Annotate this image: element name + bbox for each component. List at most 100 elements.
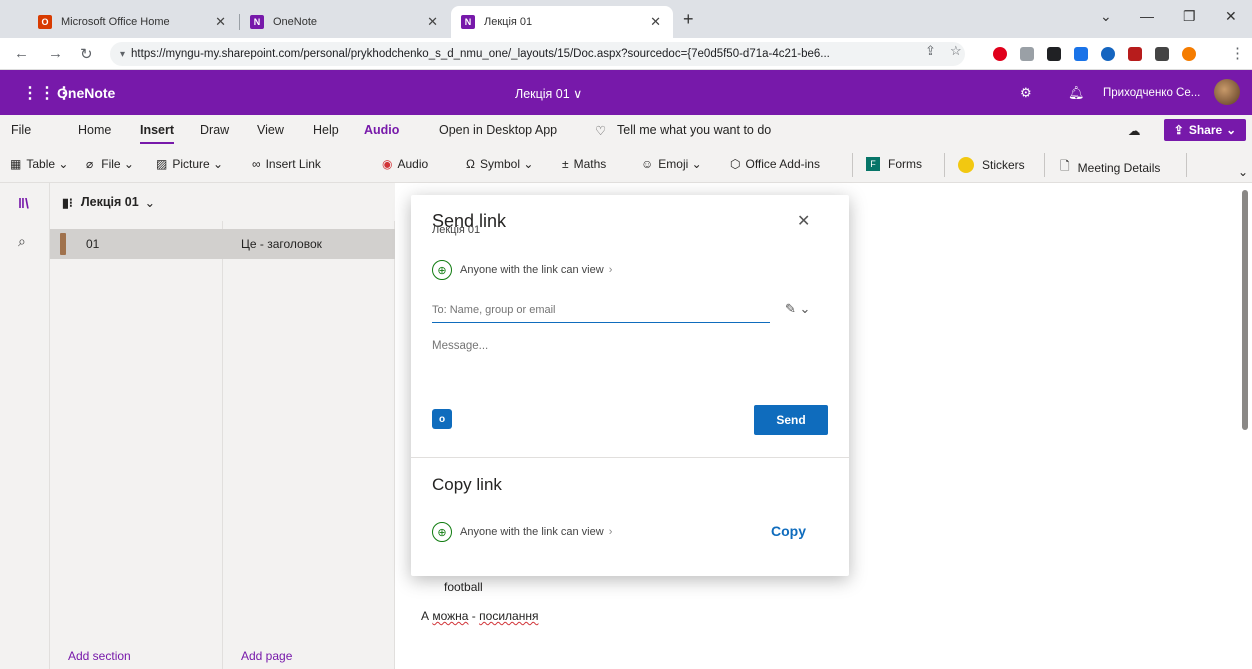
outlook-icon[interactable]: o: [432, 409, 452, 429]
insert-table-button[interactable]: ▦ Table ⌄: [10, 157, 68, 171]
notifications-bell-icon[interactable]: 🔔︎: [1068, 85, 1085, 101]
profile-avatar-icon[interactable]: [1182, 47, 1196, 61]
math-button[interactable]: ± Maths: [562, 157, 606, 171]
puzzle-extensions-icon[interactable]: [1155, 47, 1169, 61]
forward-icon[interactable]: →: [48, 45, 63, 62]
user-name[interactable]: Приходченко Се...: [1103, 87, 1200, 99]
open-in-desktop-app-button[interactable]: Open in Desktop App: [439, 123, 557, 137]
tab-view[interactable]: View: [257, 123, 284, 137]
ribbon-expand-chevron-icon[interactable]: ⌄: [1238, 165, 1248, 179]
bookmark-star-icon[interactable]: ☆: [950, 43, 962, 59]
stickers-button[interactable]: Stickers: [958, 157, 1025, 173]
scrollbar-thumb[interactable]: [1242, 190, 1248, 430]
restore-icon[interactable]: ❐: [1183, 8, 1196, 25]
tab-title: Microsoft Office Home: [61, 16, 170, 28]
globe-icon: ⊕: [432, 522, 452, 542]
meeting-details-button[interactable]: 🗋︎ Meeting Details: [1060, 157, 1160, 178]
catch-up-icon[interactable]: ☁: [1128, 123, 1141, 138]
extension-icon[interactable]: [1128, 47, 1142, 61]
meeting-details-label: Meeting Details: [1077, 160, 1161, 175]
copy-button[interactable]: Copy: [771, 523, 806, 539]
browser-tab-onenote[interactable]: N OneNote ✕: [240, 6, 450, 38]
note-text-link-line[interactable]: А можна - посилання: [421, 609, 538, 623]
section-item[interactable]: 01: [50, 229, 223, 259]
add-page-button[interactable]: Add page: [241, 649, 292, 663]
link-icon: ∞: [252, 157, 261, 171]
picture-label: Picture: [172, 157, 210, 171]
left-rail: ‖\ ⌕: [0, 183, 50, 669]
reload-icon[interactable]: ↻: [80, 45, 93, 63]
stickers-label: Stickers: [982, 158, 1025, 172]
dialog-subtitle: Лекція 01: [432, 224, 481, 236]
close-window-icon[interactable]: ✕: [1225, 8, 1237, 25]
copy-link-permission-setting[interactable]: ⊕ Anyone with the link can view ›: [432, 522, 612, 542]
tell-me-search[interactable]: Tell me what you want to do: [617, 123, 771, 137]
avatar[interactable]: [1214, 79, 1240, 105]
site-info-chevron-icon[interactable]: ▾: [120, 49, 125, 60]
tab-title: Лекція 01: [484, 16, 533, 28]
extension-icon[interactable]: [1020, 47, 1034, 61]
emoji-label: Emoji: [658, 157, 689, 171]
tab-help[interactable]: Help: [313, 123, 339, 137]
opera-extension-icon[interactable]: [993, 47, 1007, 61]
new-tab-icon[interactable]: +: [683, 9, 694, 30]
section-color-tab: [60, 233, 66, 255]
insert-picture-button[interactable]: ▨ Picture ⌄: [156, 157, 223, 171]
notebook-header[interactable]: ▮⁝ Лекція 01 ⌄: [50, 183, 395, 221]
share-page-icon[interactable]: ⇪: [925, 43, 936, 59]
pages-pane: Це - заголовок Add page: [223, 221, 395, 669]
forms-button[interactable]: F Forms: [866, 157, 922, 171]
permission-label: Anyone with the link can view: [460, 526, 604, 538]
toolbar-separator: [1044, 153, 1045, 177]
send-button[interactable]: Send: [754, 405, 828, 435]
browser-tab-lecture[interactable]: N Лекція 01 ✕: [451, 6, 673, 38]
forms-icon: F: [866, 157, 880, 171]
ribbon-toolbar: ▦ Table ⌄ ⌀ File ⌄ ▨ Picture ⌄ ∞ Insert Link…: [0, 145, 1252, 183]
close-tab-icon[interactable]: ✕: [215, 14, 226, 30]
minimize-icon[interactable]: —: [1140, 8, 1154, 24]
note-text-football[interactable]: football: [444, 580, 483, 594]
chevron-right-icon: ›: [608, 264, 613, 276]
close-icon[interactable]: ✕: [797, 211, 810, 231]
paperclip-icon: ⌀: [86, 157, 94, 171]
tab-draw[interactable]: Draw: [200, 123, 229, 137]
close-tab-icon[interactable]: ✕: [427, 14, 438, 30]
tab-search-chevron-icon[interactable]: ⌄: [1100, 8, 1112, 25]
insert-link-button[interactable]: ∞ Insert Link: [252, 157, 321, 171]
note-word-misspelled: можна: [432, 609, 469, 623]
browser-tab-office-home[interactable]: O Microsoft Office Home ✕: [28, 6, 238, 38]
tab-file[interactable]: File: [11, 123, 31, 137]
toolbar-separator: [1186, 153, 1187, 177]
insert-file-button[interactable]: ⌀ File ⌄: [86, 157, 134, 171]
document-title[interactable]: Лекція 01 ∨: [515, 86, 582, 101]
send-link-dialog: Send link Лекція 01 ✕ ⊕ Anyone with the …: [411, 195, 849, 576]
extension-icon[interactable]: [1074, 47, 1088, 61]
share-button[interactable]: ⇪ Share ⌄: [1164, 119, 1246, 141]
note-word: -: [468, 609, 480, 623]
notebooks-icon[interactable]: ‖\: [18, 195, 29, 211]
tab-audio[interactable]: Audio: [364, 123, 399, 137]
office-addins-button[interactable]: ⬡ Office Add-ins: [730, 157, 820, 171]
link-settings-pen-icon[interactable]: ✎ ⌄: [785, 301, 810, 317]
settings-gear-icon[interactable]: ⚙: [1020, 85, 1032, 101]
page-item[interactable]: Це - заголовок: [223, 229, 395, 259]
url-bar[interactable]: ▾ https://myngu-my.sharepoint.com/person…: [110, 42, 965, 66]
app-name[interactable]: OneNote: [57, 85, 115, 101]
search-icon[interactable]: ⌕: [18, 233, 26, 250]
table-icon: ▦: [10, 157, 22, 171]
extension-icon[interactable]: [1101, 47, 1115, 61]
lightbulb-icon: ♡: [595, 124, 607, 138]
extension-icon[interactable]: [1047, 47, 1061, 61]
audio-record-button[interactable]: ◉ Audio: [382, 157, 428, 171]
tab-home[interactable]: Home: [78, 123, 111, 137]
close-tab-icon[interactable]: ✕: [650, 14, 661, 30]
link-permission-setting[interactable]: ⊕ Anyone with the link can view ›: [432, 260, 612, 280]
browser-menu-icon[interactable]: ⋮: [1230, 44, 1245, 62]
recipient-input[interactable]: [432, 297, 770, 323]
message-input[interactable]: [432, 340, 827, 390]
symbol-button[interactable]: Ω Symbol ⌄: [466, 157, 533, 171]
emoji-button[interactable]: ☺ Emoji ⌄: [641, 157, 702, 171]
tab-insert[interactable]: Insert: [140, 123, 175, 144]
add-section-button[interactable]: Add section: [68, 649, 131, 663]
back-icon[interactable]: ←: [14, 45, 29, 62]
